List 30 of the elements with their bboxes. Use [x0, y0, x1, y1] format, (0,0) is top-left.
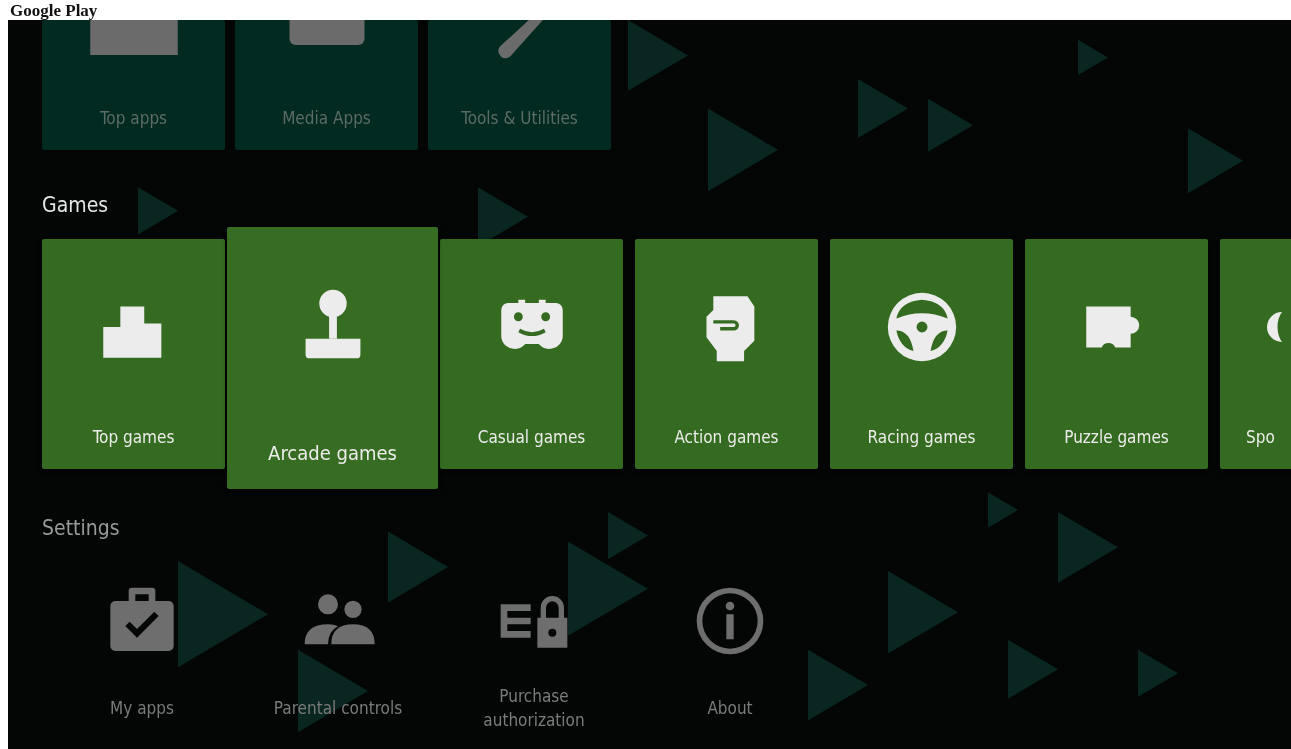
category-tile[interactable]: Casual games: [440, 239, 623, 469]
background-triangle: [1138, 649, 1178, 697]
background-triangle: [1188, 128, 1243, 194]
category-tile[interactable]: Tools & Utilities: [428, 20, 611, 150]
settings-item[interactable]: Parental controls: [240, 543, 436, 733]
category-tile[interactable]: Puzzle games: [1025, 239, 1208, 469]
square-icon: [288, 20, 365, 45]
background-triangle: [1078, 39, 1108, 76]
background-triangle: [808, 649, 868, 721]
background-triangle: [388, 531, 448, 603]
background-triangle: [628, 20, 688, 91]
background-triangle: [138, 187, 178, 235]
section-heading: Settings: [42, 515, 120, 542]
category-tile[interactable]: Action games: [635, 239, 818, 469]
app-title: Google Play: [9, 1, 98, 20]
settings-item[interactable]: My apps: [44, 543, 240, 733]
category-tile[interactable]: Top apps: [42, 20, 225, 150]
category-tile[interactable]: Media Apps: [235, 20, 418, 150]
category-tile[interactable]: Racing games: [830, 239, 1013, 469]
settings-item[interactable]: About: [632, 543, 828, 733]
background-triangle: [988, 492, 1018, 528]
category-tile[interactable]: Top games: [42, 239, 225, 469]
section-heading: Games: [42, 192, 109, 219]
background-triangle: [1008, 639, 1058, 699]
background-triangle: [858, 79, 908, 139]
settings-item[interactable]: Purchase authorization: [436, 543, 632, 733]
background-triangle: [1058, 511, 1118, 583]
category-tile[interactable]: Spo: [1220, 239, 1291, 469]
background-triangle: [928, 98, 973, 152]
category-tile[interactable]: Arcade games: [227, 227, 438, 489]
